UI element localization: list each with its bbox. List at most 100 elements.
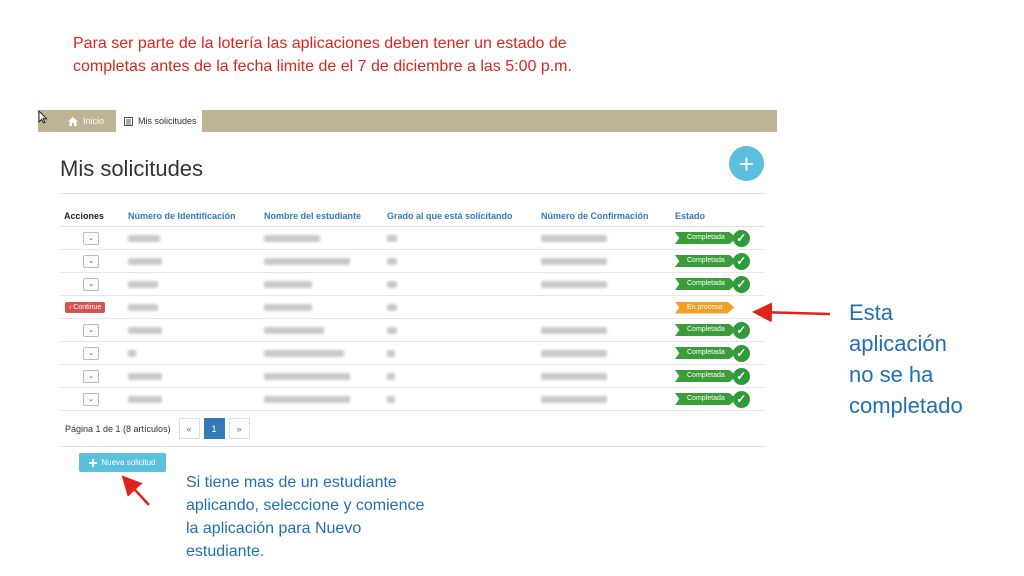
row-actions-dropdown[interactable]: ⌄ — [83, 369, 99, 383]
blurred-id — [128, 304, 158, 312]
status-cell: En proceso — [671, 295, 765, 319]
header-numero-identificacion[interactable]: Número de Identificación — [124, 206, 260, 227]
applications-table: Acciones Número de Identificación Nombre… — [60, 206, 765, 411]
blurred-id — [128, 373, 162, 381]
right-note-line-2: aplicación — [849, 331, 947, 356]
actions-cell: ⌄ — [60, 318, 124, 342]
incomplete-application-note: Esta aplicación no se ha completado — [849, 297, 963, 421]
blurred-grade — [387, 235, 397, 243]
id-cell — [124, 226, 260, 250]
blurred-confirmation — [541, 258, 607, 266]
name-cell — [260, 387, 383, 411]
pagination: Página 1 de 1 (8 artículos) « 1 » — [65, 418, 250, 439]
page-title: Mis solicitudes — [60, 156, 204, 181]
blurred-name — [264, 396, 350, 404]
blurred-name — [264, 235, 320, 243]
blurred-grade — [387, 350, 395, 358]
row-actions-dropdown[interactable]: ⌄ — [83, 323, 99, 337]
table-row: ⌄ Completada ✓ — [60, 226, 765, 250]
actions-cell: ⌄ — [60, 364, 124, 388]
status-indicator: Completada ✓ — [675, 275, 750, 293]
actions-cell: ⌄ — [60, 249, 124, 273]
new-application-button[interactable]: Nueva solicitud — [79, 453, 166, 472]
status-cell: Completada ✓ — [671, 364, 765, 388]
grade-cell — [383, 249, 537, 273]
grade-cell — [383, 272, 537, 296]
continue-button[interactable]: › Continue — [65, 302, 106, 313]
header-estado[interactable]: Estado — [671, 206, 765, 227]
blurred-confirmation — [541, 373, 607, 381]
table-row: ⌄ Completada ✓ — [60, 318, 765, 342]
confirmation-cell — [537, 272, 671, 296]
blurred-id — [128, 350, 136, 358]
status-badge: En proceso — [675, 301, 735, 314]
chevron-right-icon: › — [69, 304, 72, 311]
blurred-confirmation — [541, 235, 607, 243]
pager-prev-button[interactable]: « — [178, 418, 200, 439]
blurred-id — [128, 258, 162, 266]
footer-divider — [60, 446, 765, 447]
header-acciones[interactable]: Acciones — [60, 206, 124, 227]
right-note-line-3: no se ha — [849, 362, 934, 387]
blurred-id — [128, 327, 162, 335]
actions-cell: ⌄ — [60, 272, 124, 296]
status-indicator: Completada ✓ — [675, 390, 750, 408]
status-badge: Completada — [675, 278, 737, 290]
status-cell: Completada ✓ — [671, 318, 765, 342]
chevron-down-icon: ⌄ — [88, 349, 94, 357]
actions-cell: ⌄ — [60, 387, 124, 411]
tab-mis-solicitudes[interactable]: Mis solicitudes — [116, 110, 202, 132]
bottom-note-line-2: aplicando, seleccione y comience — [186, 497, 425, 514]
home-icon — [68, 116, 78, 126]
tab-active-label: Mis solicitudes — [138, 116, 197, 126]
name-cell — [260, 295, 383, 319]
header-nombre-estudiante[interactable]: Nombre del estudiante — [260, 206, 383, 227]
blurred-id — [128, 281, 158, 289]
status-cell: Completada ✓ — [671, 249, 765, 273]
chevron-down-icon: ⌄ — [88, 395, 94, 403]
blurred-name — [264, 281, 312, 289]
status-indicator: Completada ✓ — [675, 321, 750, 339]
name-cell — [260, 272, 383, 296]
row-actions-dropdown[interactable]: ⌄ — [83, 231, 99, 245]
header-numero-confirmacion[interactable]: Número de Confirmación — [537, 206, 671, 227]
blurred-confirmation — [541, 281, 607, 289]
confirmation-cell — [537, 318, 671, 342]
new-application-label: Nueva solicitud — [101, 458, 156, 467]
table-row: › Continue En proceso — [60, 295, 765, 319]
header-grado[interactable]: Grado al que está solicitando — [383, 206, 537, 227]
blurred-id — [128, 235, 160, 243]
right-note-line-4: completado — [849, 393, 963, 418]
pager-page-1-button[interactable]: 1 — [203, 418, 225, 439]
row-actions-dropdown[interactable]: ⌄ — [83, 392, 99, 406]
blurred-name — [264, 258, 350, 266]
status-indicator: Completada ✓ — [675, 344, 750, 362]
chevron-down-icon: ⌄ — [88, 257, 94, 265]
confirmation-cell — [537, 249, 671, 273]
status-badge: Completada — [675, 324, 737, 336]
row-actions-dropdown[interactable]: ⌄ — [83, 346, 99, 360]
row-actions-dropdown[interactable]: ⌄ — [83, 277, 99, 291]
table-header-row: Acciones Número de Identificación Nombre… — [60, 206, 765, 227]
add-application-button[interactable]: + — [729, 146, 764, 181]
arrow-to-new-button — [121, 475, 150, 506]
grade-cell — [383, 364, 537, 388]
bottom-note-line-3: la aplicación para Nuevo — [186, 520, 362, 537]
pager-next-button[interactable]: » — [228, 418, 250, 439]
status-badge: Completada — [675, 370, 737, 382]
confirmation-cell — [537, 387, 671, 411]
row-actions-dropdown[interactable]: ⌄ — [83, 254, 99, 268]
bottom-note-line-1: Si tiene mas de un estudiante — [186, 474, 397, 491]
blurred-id — [128, 396, 162, 404]
chevron-down-icon: ⌄ — [88, 326, 94, 334]
new-student-note: Si tiene mas de un estudiante aplicando,… — [186, 471, 424, 563]
blurred-name — [264, 373, 350, 381]
chevron-down-icon: ⌄ — [88, 280, 94, 288]
name-cell — [260, 318, 383, 342]
status-cell: Completada ✓ — [671, 272, 765, 296]
status-badge: Completada — [675, 347, 737, 359]
table-row: ⌄ Completada ✓ — [60, 249, 765, 273]
name-cell — [260, 364, 383, 388]
plus-icon — [89, 458, 98, 467]
tab-home[interactable]: Inicio — [68, 110, 104, 132]
